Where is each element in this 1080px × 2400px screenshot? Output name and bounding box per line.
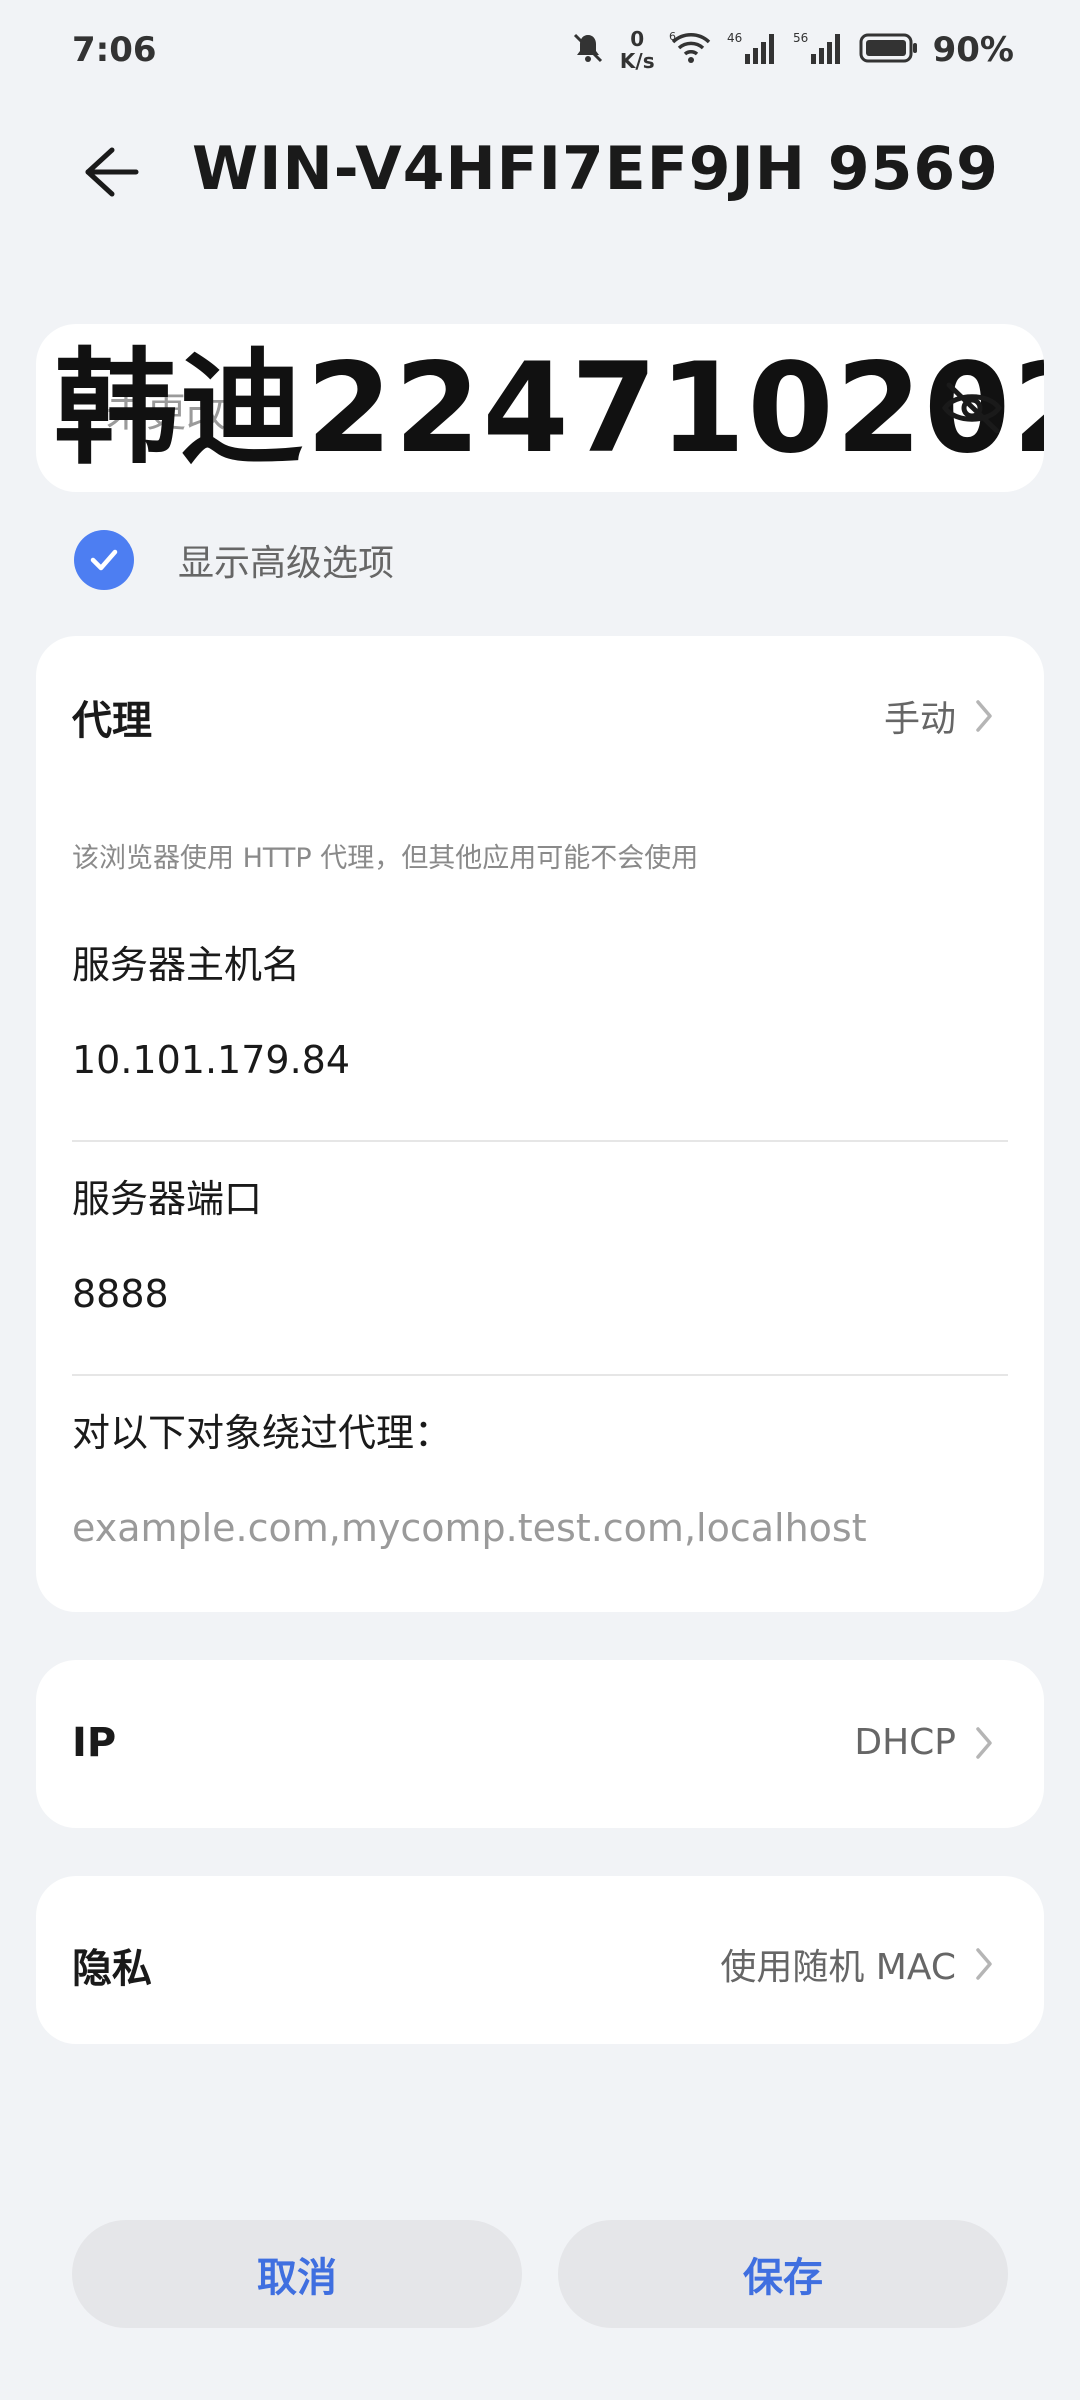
cell-signal-1-icon: 46 xyxy=(727,30,779,70)
mute-bell-icon xyxy=(570,30,606,70)
hostname-label: 服务器主机名 xyxy=(72,943,301,987)
svg-text:56: 56 xyxy=(793,31,808,45)
advanced-options-checkbox[interactable] xyxy=(74,530,134,590)
privacy-value: 使用随机 MAC xyxy=(720,1938,994,1990)
svg-text:6: 6 xyxy=(669,30,676,43)
status-bar: 7:06 0 K/s 6 46 56 90% xyxy=(0,0,1080,104)
port-label: 服务器端口 xyxy=(72,1177,263,1221)
net-speed-unit: K/s xyxy=(619,49,655,73)
wifi-icon: 6 xyxy=(669,30,713,70)
proxy-hint: 该浏览器使用 HTTP 代理，但其他应用可能不会使用 xyxy=(72,843,699,874)
svg-text:46: 46 xyxy=(727,31,742,45)
port-input[interactable]: 8888 xyxy=(72,1272,169,1316)
header: WIN-V4HFI7EF9JH 9569 xyxy=(0,120,1080,220)
back-arrow-icon xyxy=(85,147,139,197)
advanced-options-row[interactable]: 显示高级选项 xyxy=(74,530,394,590)
page-title: WIN-V4HFI7EF9JH 9569 xyxy=(192,134,999,204)
battery-icon xyxy=(859,30,919,70)
battery-percent: 90% xyxy=(932,30,1014,70)
divider xyxy=(72,1140,1008,1142)
cell-signal-2-icon: 56 xyxy=(793,30,845,70)
eye-off-icon xyxy=(941,382,1003,434)
chevron-right-icon xyxy=(976,1726,992,1759)
status-icons: 0 K/s 6 46 56 90% xyxy=(570,28,1014,72)
proxy-card: 代理 手动 该浏览器使用 HTTP 代理，但其他应用可能不会使用 服务器主机名 … xyxy=(36,636,1044,1612)
bypass-input[interactable]: example.com,mycomp.test.com,localhost xyxy=(72,1506,867,1550)
status-time: 7:06 xyxy=(72,30,157,70)
network-speed: 0 K/s xyxy=(620,28,655,72)
ip-value: DHCP xyxy=(854,1722,994,1763)
advanced-options-label: 显示高级选项 xyxy=(178,543,395,584)
ip-settings-row[interactable]: IP DHCP xyxy=(36,1660,1044,1828)
proxy-row[interactable]: 代理 手动 xyxy=(36,636,1044,786)
proxy-value: 手动 xyxy=(884,690,994,742)
hostname-input[interactable]: 10.101.179.84 xyxy=(72,1038,350,1082)
net-speed-value: 0 xyxy=(630,27,645,51)
toggle-password-visibility-button[interactable] xyxy=(936,372,1008,444)
ip-title: IP xyxy=(72,1720,117,1766)
privacy-title: 隐私 xyxy=(72,1946,152,1992)
password-overlay-text: 韩迪2247102024 xyxy=(54,337,1044,481)
chevron-right-icon xyxy=(976,1948,992,1980)
privacy-settings-row[interactable]: 隐私 使用随机 MAC xyxy=(36,1876,1044,2044)
privacy-mode: 使用随机 MAC xyxy=(720,1947,956,1988)
bypass-label: 对以下对象绕过代理： xyxy=(72,1411,453,1455)
back-button[interactable] xyxy=(70,132,150,212)
checkmark-icon xyxy=(90,549,118,571)
proxy-mode: 手动 xyxy=(883,699,956,740)
password-field[interactable]: 未更改 韩迪2247102024 xyxy=(36,324,1044,492)
save-button[interactable]: 保存 xyxy=(558,2220,1008,2328)
cancel-button[interactable]: 取消 xyxy=(72,2220,522,2328)
divider xyxy=(72,1374,1008,1376)
ip-mode: DHCP xyxy=(854,1722,956,1763)
chevron-right-icon xyxy=(976,700,992,732)
proxy-title: 代理 xyxy=(72,698,152,744)
